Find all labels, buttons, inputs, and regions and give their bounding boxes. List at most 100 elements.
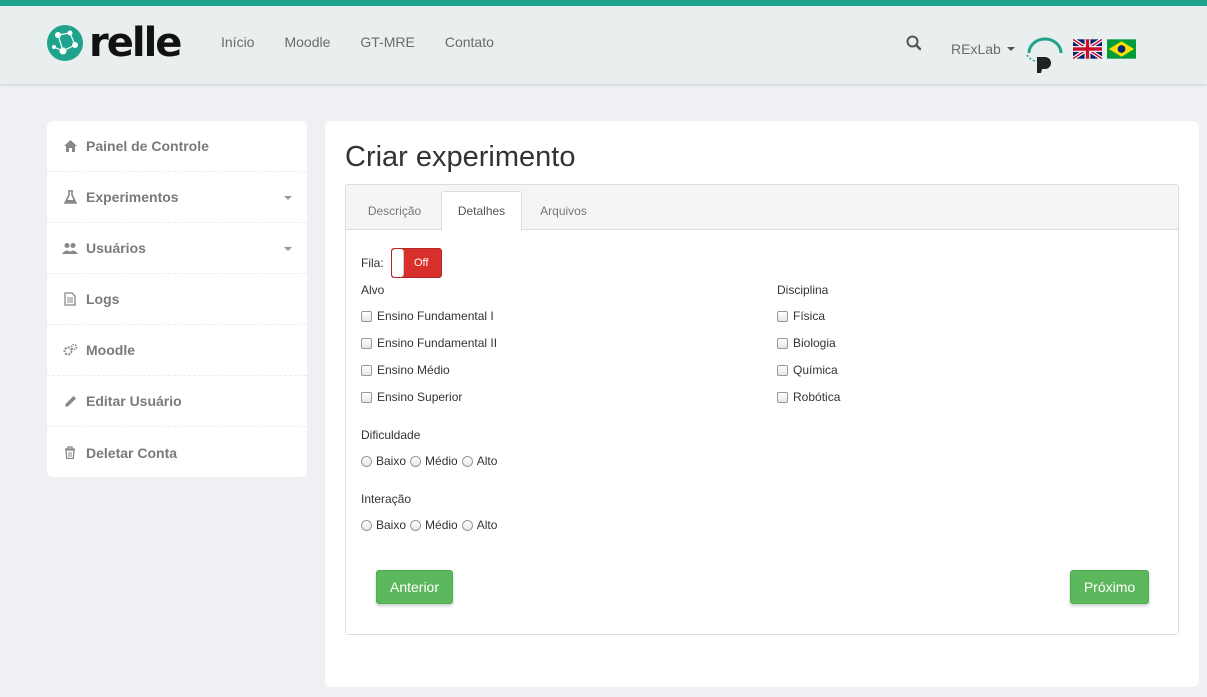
dificuldade-radio-group: Baixo Médio Alto xyxy=(361,454,501,468)
radio-circle[interactable] xyxy=(410,519,422,531)
sidebar-item-experimentos[interactable]: Experimentos xyxy=(47,172,307,223)
user-name: RExLab xyxy=(951,41,1001,57)
sidebar-item-label: Usuários xyxy=(86,240,146,256)
search-icon[interactable] xyxy=(905,34,923,52)
checkbox-box[interactable] xyxy=(361,364,372,376)
radio-circle[interactable] xyxy=(361,519,372,531)
sidebar-item-label: Painel de Controle xyxy=(86,138,209,154)
checkbox-label: Ensino Médio xyxy=(377,363,450,377)
page-title: Criar experimento xyxy=(345,141,576,173)
checkbox-box[interactable] xyxy=(361,310,372,322)
users-icon xyxy=(62,240,78,256)
interacao-label: Interação xyxy=(361,492,412,506)
interacao-radio-group: Baixo Médio Alto xyxy=(361,518,501,532)
checkbox-ensino-superior[interactable]: Ensino Superior xyxy=(361,390,462,404)
sidebar-item-usuarios[interactable]: Usuários xyxy=(47,223,307,274)
checkbox-fisica[interactable]: Física xyxy=(777,309,825,323)
tab-descricao[interactable]: Descrição xyxy=(354,191,435,231)
checkbox-ensino-medio[interactable]: Ensino Médio xyxy=(361,363,450,377)
checkbox-label: Biologia xyxy=(793,336,836,350)
checkbox-label: Ensino Fundamental II xyxy=(377,336,498,350)
checkbox-box[interactable] xyxy=(777,364,788,376)
nav-item-contato[interactable]: Contato xyxy=(445,34,494,50)
checkbox-label: Química xyxy=(793,363,838,377)
radio-circle[interactable] xyxy=(461,455,473,467)
sidebar-item-painel[interactable]: Painel de Controle xyxy=(47,121,307,172)
radio-interacao-alto[interactable]: Alto xyxy=(461,518,498,532)
radio-label: Médio xyxy=(425,518,458,532)
tab-arquivos[interactable]: Arquivos xyxy=(528,191,599,231)
nav-item-gt-mre[interactable]: GT-MRE xyxy=(360,34,414,50)
sidebar-item-moodle[interactable]: Moodle xyxy=(47,325,307,376)
checkbox-biologia[interactable]: Biologia xyxy=(777,336,836,350)
chevron-down-icon xyxy=(1006,47,1015,51)
logo-icon xyxy=(47,25,83,61)
radio-circle[interactable] xyxy=(461,519,473,531)
radio-dificuldade-baixo[interactable]: Baixo xyxy=(361,454,406,468)
checkbox-label: Ensino Superior xyxy=(377,390,463,404)
radio-label: Alto xyxy=(476,518,498,532)
file-icon xyxy=(62,291,78,307)
main-nav: Início Moodle GT-MRE Contato xyxy=(221,34,524,50)
radio-circle[interactable] xyxy=(410,455,422,467)
relle-logo[interactable]: relle xyxy=(45,20,182,66)
brand-name: relle xyxy=(89,20,182,66)
toggle-state: Off xyxy=(414,257,429,269)
sidebar-item-logs[interactable]: Logs xyxy=(47,274,307,325)
sidebar-item-deletar-conta[interactable]: Deletar Conta xyxy=(47,427,307,478)
disciplina-label: Disciplina xyxy=(777,283,829,297)
top-navbar: relle Início Moodle GT-MRE Contato RExLa… xyxy=(0,0,1207,84)
checkbox-ensino-fundamental-i[interactable]: Ensino Fundamental I xyxy=(361,309,494,323)
checkbox-quimica[interactable]: Química xyxy=(777,363,838,377)
toggle-knob xyxy=(392,249,404,277)
checkbox-ensino-fundamental-ii[interactable]: Ensino Fundamental II xyxy=(361,336,497,350)
radio-label: Baixo xyxy=(376,518,407,532)
nav-item-inicio[interactable]: Início xyxy=(221,34,254,50)
sidebar: Painel de Controle Experimentos Usuários… xyxy=(47,121,307,477)
radio-dificuldade-alto[interactable]: Alto xyxy=(461,454,498,468)
checkbox-box[interactable] xyxy=(777,337,788,349)
user-menu[interactable]: RExLab xyxy=(951,41,1015,57)
radio-label: Médio xyxy=(425,454,458,468)
form-card: Descrição Detalhes Arquivos Fila: Off Al… xyxy=(345,184,1179,635)
anterior-button[interactable]: Anterior xyxy=(376,570,453,604)
alvo-label: Alvo xyxy=(361,283,385,297)
gears-icon xyxy=(62,342,78,358)
radio-interacao-medio[interactable]: Médio xyxy=(410,518,458,532)
sidebar-item-label: Logs xyxy=(86,291,120,307)
fila-toggle[interactable]: Off xyxy=(391,248,442,278)
flag-brazil-icon[interactable] xyxy=(1107,39,1136,59)
sidebar-item-label: Deletar Conta xyxy=(86,444,178,461)
checkbox-label: Ensino Fundamental I xyxy=(377,309,494,323)
checkbox-robotica[interactable]: Robótica xyxy=(777,390,840,404)
checkbox-box[interactable] xyxy=(361,391,372,403)
home-icon xyxy=(62,138,78,154)
radio-label: Alto xyxy=(476,454,498,468)
radio-interacao-baixo[interactable]: Baixo xyxy=(361,518,406,532)
radio-label: Baixo xyxy=(376,454,407,468)
sidebar-item-label: Editar Usuário xyxy=(86,393,182,409)
checkbox-box[interactable] xyxy=(777,391,788,403)
sidebar-item-label: Moodle xyxy=(86,342,135,358)
radio-dificuldade-medio[interactable]: Médio xyxy=(410,454,458,468)
proximo-button[interactable]: Próximo xyxy=(1070,570,1149,604)
tab-detalhes[interactable]: Detalhes xyxy=(441,191,522,231)
trash-icon xyxy=(62,445,78,461)
sidebar-item-editar-usuario[interactable]: Editar Usuário xyxy=(47,376,307,427)
chevron-down-icon xyxy=(284,247,292,251)
checkbox-box[interactable] xyxy=(777,310,788,322)
nav-item-moodle[interactable]: Moodle xyxy=(284,34,330,50)
fila-label: Fila: xyxy=(361,256,384,270)
checkbox-box[interactable] xyxy=(361,337,372,349)
flag-uk-icon[interactable] xyxy=(1073,39,1102,59)
flask-icon xyxy=(62,189,78,205)
chevron-down-icon xyxy=(284,196,292,200)
dificuldade-label: Dificuldade xyxy=(361,428,421,442)
rexlab-logo-icon xyxy=(1026,37,1063,73)
tab-bar: Descrição Detalhes Arquivos xyxy=(346,185,1178,231)
radio-circle[interactable] xyxy=(361,455,372,467)
checkbox-label: Física xyxy=(793,309,826,323)
pencil-icon xyxy=(62,393,78,409)
main-panel: Criar experimento Descrição Detalhes Arq… xyxy=(325,121,1199,687)
sidebar-item-label: Experimentos xyxy=(86,189,179,205)
